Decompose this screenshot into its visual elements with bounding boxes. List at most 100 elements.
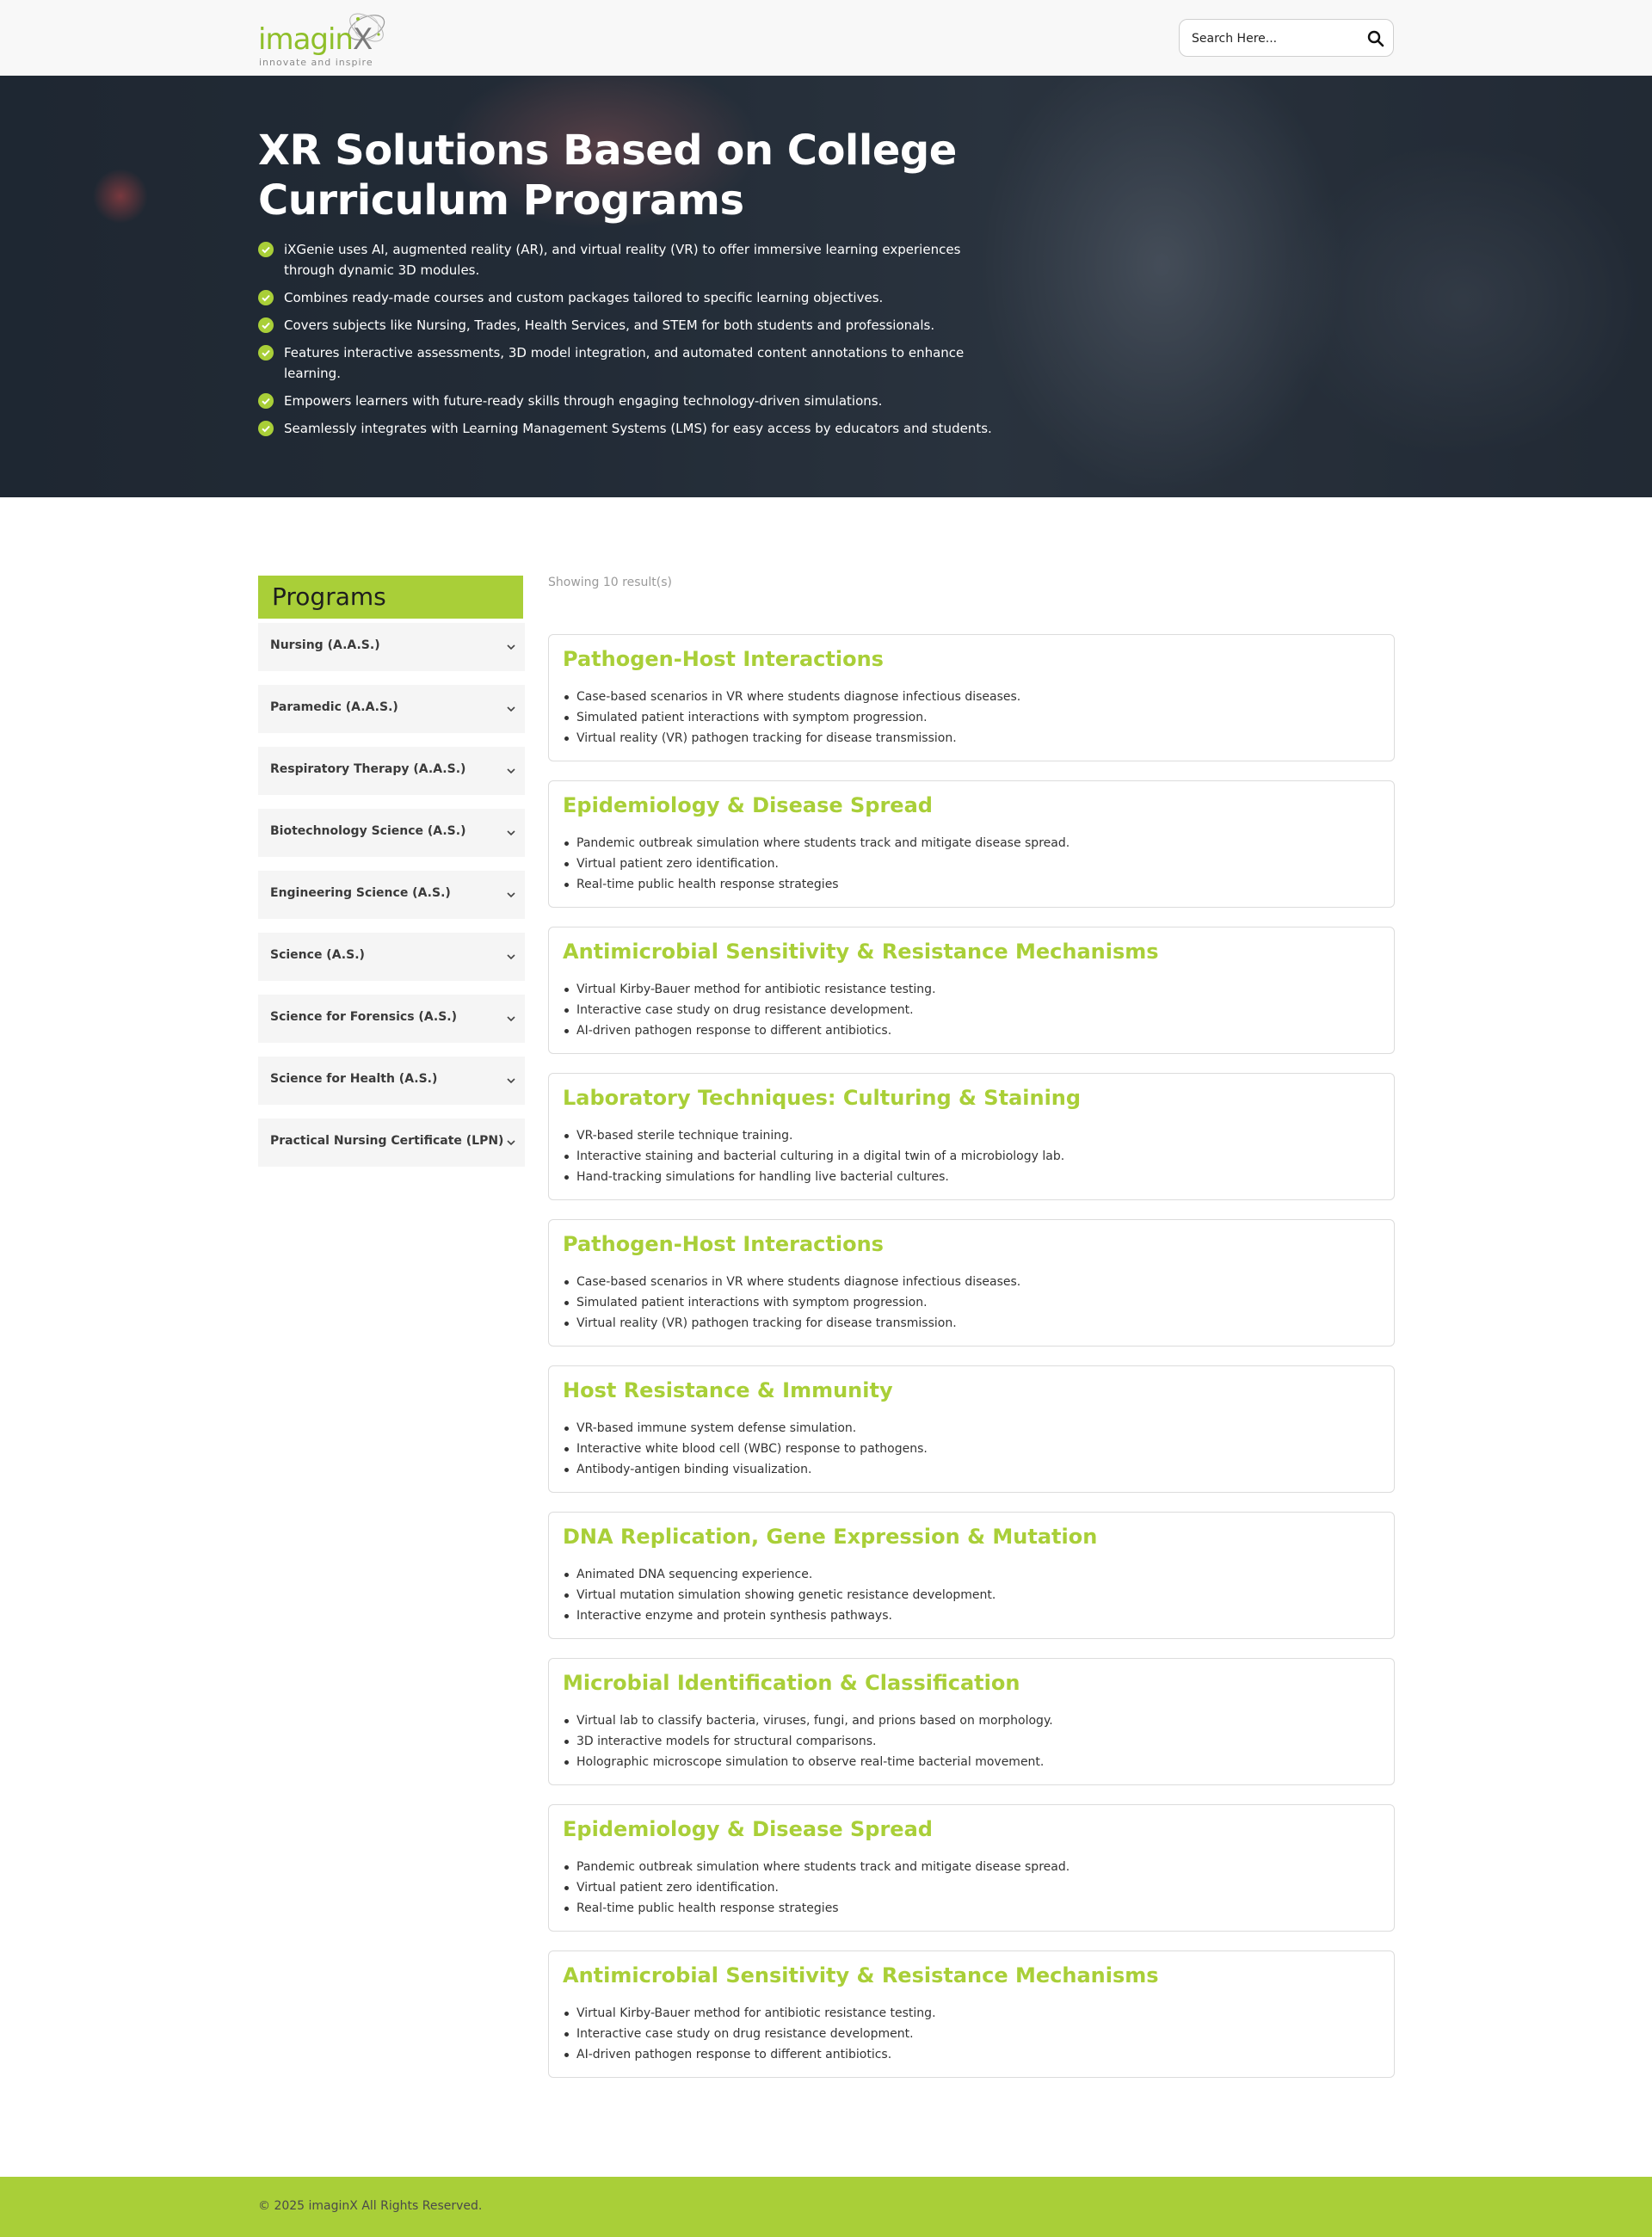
card-title[interactable]: Pathogen-Host Interactions <box>563 647 884 671</box>
card-title[interactable]: Host Resistance & Immunity <box>563 1378 893 1402</box>
card-point: Virtual reality (VR) pathogen tracking f… <box>563 728 1372 749</box>
sidebar-item-science-for-forensics[interactable]: Science for Forensics (A.S.) <box>258 995 525 1043</box>
program-card[interactable]: Microbial Identification & Classificatio… <box>548 1658 1395 1785</box>
chevron-down-icon <box>507 706 515 712</box>
brand-logo[interactable]: imaginX innovate and inspire <box>258 7 396 69</box>
card-point: Virtual patient zero identification. <box>563 1877 1372 1898</box>
card-title[interactable]: Epidemiology & Disease Spread <box>563 1817 933 1841</box>
card-point: Case-based scenarios in VR where student… <box>563 1272 1372 1292</box>
sidebar-item-nursing[interactable]: Nursing (A.A.S.) <box>258 623 525 671</box>
sidebar-item-respiratory-therapy[interactable]: Respiratory Therapy (A.A.S.) <box>258 747 525 795</box>
card-points: Virtual Kirby-Bauer method for antibioti… <box>563 2003 1372 2065</box>
program-card[interactable]: Pathogen-Host Interactions Case-based sc… <box>548 634 1395 761</box>
card-point: VR-based immune system defense simulatio… <box>563 1418 1372 1439</box>
check-circle-icon <box>258 393 274 409</box>
card-point: Case-based scenarios in VR where student… <box>563 687 1372 707</box>
card-points: VR-based sterile technique training. Int… <box>563 1125 1372 1187</box>
card-point: Real-time public health response strateg… <box>563 1898 1372 1919</box>
search-box <box>1179 19 1394 57</box>
card-point: Animated DNA sequencing experience. <box>563 1564 1372 1585</box>
card-point: 3D interactive models for structural com… <box>563 1731 1372 1752</box>
hero-feature-item: Features interactive assessments, 3D mod… <box>258 342 1015 384</box>
card-title[interactable]: Pathogen-Host Interactions <box>563 1232 884 1256</box>
card-point: Interactive white blood cell (WBC) respo… <box>563 1439 1372 1459</box>
program-card[interactable]: Antimicrobial Sensitivity & Resistance M… <box>548 927 1395 1054</box>
card-point: Simulated patient interactions with symp… <box>563 707 1372 728</box>
card-point: Simulated patient interactions with symp… <box>563 1292 1372 1313</box>
card-title[interactable]: Epidemiology & Disease Spread <box>563 793 933 817</box>
card-title[interactable]: Laboratory Techniques: Culturing & Stain… <box>563 1086 1081 1110</box>
card-point: Real-time public health response strateg… <box>563 874 1372 895</box>
card-point: Hand-tracking simulations for handling l… <box>563 1167 1372 1187</box>
hero-feature-list: iXGenie uses AI, augmented reality (AR),… <box>258 239 1015 446</box>
card-points: Virtual Kirby-Bauer method for antibioti… <box>563 979 1372 1041</box>
card-point: VR-based sterile technique training. <box>563 1125 1372 1146</box>
card-title[interactable]: Antimicrobial Sensitivity & Resistance M… <box>563 1963 1159 1987</box>
program-card[interactable]: Epidemiology & Disease Spread Pandemic o… <box>548 780 1395 908</box>
hero-title: XR Solutions Based on College Curriculum … <box>258 126 957 225</box>
card-points: Case-based scenarios in VR where student… <box>563 687 1372 749</box>
card-point: Virtual Kirby-Bauer method for antibioti… <box>563 2003 1372 2024</box>
card-points: Pandemic outbreak simulation where stude… <box>563 833 1372 895</box>
program-card[interactable]: DNA Replication, Gene Expression & Mutat… <box>548 1512 1395 1639</box>
chevron-down-icon <box>507 1016 515 1022</box>
hero-feature-item: Combines ready-made courses and custom p… <box>258 287 1015 308</box>
sidebar-item-biotechnology-science[interactable]: Biotechnology Science (A.S.) <box>258 809 525 857</box>
sidebar-item-science[interactable]: Science (A.S.) <box>258 933 525 981</box>
check-circle-icon <box>258 317 274 333</box>
search-icon[interactable] <box>1367 30 1384 47</box>
hero-feature-item: Covers subjects like Nursing, Trades, He… <box>258 315 1015 336</box>
copyright-text: © 2025 imaginX All Rights Reserved. <box>258 2199 483 2213</box>
card-title[interactable]: Microbial Identification & Classificatio… <box>563 1671 1020 1695</box>
chevron-down-icon <box>507 892 515 898</box>
program-card[interactable]: Laboratory Techniques: Culturing & Stain… <box>548 1073 1395 1200</box>
logo-wordmark: imaginX <box>258 22 373 57</box>
card-title[interactable]: Antimicrobial Sensitivity & Resistance M… <box>563 940 1159 964</box>
card-points: Pandemic outbreak simulation where stude… <box>563 1857 1372 1919</box>
card-point: Virtual Kirby-Bauer method for antibioti… <box>563 979 1372 1000</box>
program-card[interactable]: Pathogen-Host Interactions Case-based sc… <box>548 1219 1395 1347</box>
program-card[interactable]: Epidemiology & Disease Spread Pandemic o… <box>548 1804 1395 1932</box>
sidebar-item-science-for-health[interactable]: Science for Health (A.S.) <box>258 1057 525 1105</box>
card-point: Pandemic outbreak simulation where stude… <box>563 833 1372 854</box>
hero-banner: XR Solutions Based on College Curriculum … <box>0 76 1652 497</box>
program-card[interactable]: Antimicrobial Sensitivity & Resistance M… <box>548 1950 1395 2078</box>
chevron-down-icon <box>507 644 515 650</box>
hero-feature-item: Seamlessly integrates with Learning Mana… <box>258 418 1015 439</box>
card-point: AI-driven pathogen response to different… <box>563 2044 1372 2065</box>
card-point: AI-driven pathogen response to different… <box>563 1020 1372 1041</box>
card-point: Pandemic outbreak simulation where stude… <box>563 1857 1372 1877</box>
card-point: Antibody-antigen binding visualization. <box>563 1459 1372 1480</box>
card-points: Virtual lab to classify bacteria, viruse… <box>563 1710 1372 1772</box>
sidebar-item-paramedic[interactable]: Paramedic (A.A.S.) <box>258 685 525 733</box>
sidebar-item-practical-nursing[interactable]: Practical Nursing Certificate (LPN) <box>258 1118 525 1167</box>
site-header: imaginX innovate and inspire <box>0 0 1652 76</box>
search-input[interactable] <box>1192 28 1355 49</box>
program-card[interactable]: Host Resistance & Immunity VR-based immu… <box>548 1365 1395 1493</box>
site-footer: © 2025 imaginX All Rights Reserved. <box>0 2177 1652 2237</box>
check-circle-icon <box>258 290 274 305</box>
card-point: Virtual mutation simulation showing gene… <box>563 1585 1372 1605</box>
chevron-down-icon <box>507 1140 515 1146</box>
logo-tagline: innovate and inspire <box>259 57 373 68</box>
card-title[interactable]: DNA Replication, Gene Expression & Mutat… <box>563 1525 1097 1549</box>
chevron-down-icon <box>507 768 515 774</box>
check-circle-icon <box>258 421 274 436</box>
card-point: Virtual lab to classify bacteria, viruse… <box>563 1710 1372 1731</box>
check-circle-icon <box>258 242 274 257</box>
card-point: Virtual patient zero identification. <box>563 854 1372 874</box>
sidebar-item-engineering-science[interactable]: Engineering Science (A.S.) <box>258 871 525 919</box>
card-points: VR-based immune system defense simulatio… <box>563 1418 1372 1480</box>
chevron-down-icon <box>507 1078 515 1084</box>
card-point: Virtual reality (VR) pathogen tracking f… <box>563 1313 1372 1334</box>
card-point: Interactive case study on drug resistanc… <box>563 1000 1372 1020</box>
chevron-down-icon <box>507 954 515 960</box>
check-circle-icon <box>258 345 274 361</box>
card-points: Animated DNA sequencing experience. Virt… <box>563 1564 1372 1626</box>
card-point: Interactive case study on drug resistanc… <box>563 2024 1372 2044</box>
card-points: Case-based scenarios in VR where student… <box>563 1272 1372 1334</box>
card-point: Holographic microscope simulation to obs… <box>563 1752 1372 1772</box>
chevron-down-icon <box>507 830 515 836</box>
hero-feature-item: Empowers learners with future-ready skil… <box>258 391 1015 411</box>
card-point: Interactive staining and bacterial cultu… <box>563 1146 1372 1167</box>
